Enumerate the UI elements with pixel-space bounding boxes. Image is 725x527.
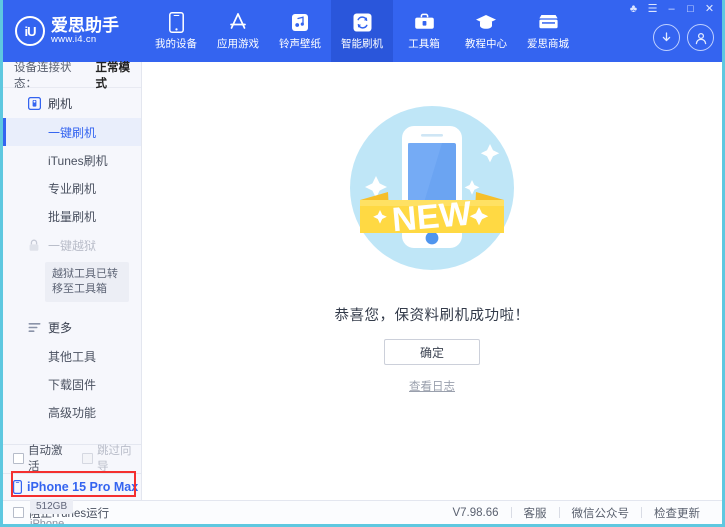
device-type: iPhone bbox=[30, 518, 65, 527]
connection-status-label: 设备连接状态： bbox=[14, 61, 72, 90]
skip-wizard-checkbox[interactable]: 跳过向导 bbox=[82, 442, 141, 474]
wechat-official-link[interactable]: 微信公众号 bbox=[560, 505, 642, 521]
status-bar-right: V7.98.66 客服 微信公众号 检查更新 bbox=[440, 505, 712, 521]
connection-status: 设备连接状态： 正常模式 bbox=[3, 61, 141, 90]
phone-icon bbox=[168, 11, 184, 33]
connection-status-value: 正常模式 bbox=[95, 61, 131, 90]
sidebar-item-advanced-features[interactable]: 高级功能 bbox=[3, 398, 141, 426]
brand-url: www.i4.cn bbox=[51, 34, 97, 46]
sidebar-group-label: 一键越狱 bbox=[48, 238, 97, 253]
version-label: V7.98.66 bbox=[452, 506, 499, 519]
list-icon bbox=[27, 320, 41, 334]
user-account-icon[interactable] bbox=[687, 24, 714, 51]
sidebar-item-label: 一键刷机 bbox=[48, 125, 97, 140]
main-nav: 我的设备 应用游戏 铃声壁纸 智能刷机 工具箱 教程中心 爱思商城 bbox=[145, 0, 579, 62]
lock-icon bbox=[27, 238, 41, 252]
brand-text: 爱思助手 www.i4.cn bbox=[51, 15, 119, 46]
nav-label: 教程中心 bbox=[465, 38, 507, 50]
nav-label: 爱思商城 bbox=[527, 38, 569, 50]
sidebar-item-pro-flash[interactable]: 专业刷机 bbox=[3, 174, 141, 202]
appstore-icon bbox=[227, 11, 249, 33]
music-icon bbox=[291, 11, 309, 33]
confirm-button[interactable]: 确定 bbox=[384, 339, 480, 365]
menu-icon[interactable]: ☰ bbox=[644, 2, 661, 17]
sidebar-item-label: 批量刷机 bbox=[48, 209, 97, 224]
sidebar-item-label: 其他工具 bbox=[48, 349, 97, 364]
sidebar-group-more: 更多 bbox=[3, 312, 141, 342]
download-icon[interactable] bbox=[653, 24, 680, 51]
sidebar-item-label: 下载固件 bbox=[48, 377, 97, 392]
nav-label: 铃声壁纸 bbox=[279, 38, 321, 50]
skin-icon[interactable]: ♣ bbox=[625, 2, 642, 17]
sidebar-item-itunes-flash[interactable]: iTunes刷机 bbox=[3, 146, 141, 174]
svg-text:NEW: NEW bbox=[391, 195, 474, 240]
main-content: NEW 恭喜您，保资料刷机成功啦！ 确定 查看日志 bbox=[142, 62, 722, 500]
brand-name: 爱思助手 bbox=[51, 15, 119, 35]
maximize-icon[interactable]: □ bbox=[682, 2, 699, 17]
sidebar-item-download-firmware[interactable]: 下载固件 bbox=[3, 370, 141, 398]
phone-icon bbox=[13, 480, 22, 494]
nav-item-ringtone-wallpaper[interactable]: 铃声壁纸 bbox=[269, 0, 331, 62]
checkbox-box bbox=[13, 452, 24, 464]
sidebar-item-other-tools[interactable]: 其他工具 bbox=[3, 342, 141, 370]
success-message: 恭喜您，保资料刷机成功啦！ bbox=[334, 308, 530, 324]
flash-icon bbox=[27, 96, 41, 110]
device-name: iPhone 15 Pro Max bbox=[27, 480, 139, 494]
body-container: 设备连接状态： 正常模式 刷机 一键刷机 iTunes刷机 专业刷机 批量刷机 bbox=[3, 61, 722, 524]
logo-mark-icon: iU bbox=[15, 16, 45, 46]
sidebar-item-one-key-flash[interactable]: 一键刷机 bbox=[3, 118, 141, 146]
close-icon[interactable]: ✕ bbox=[701, 2, 718, 17]
nav-label: 应用游戏 bbox=[217, 38, 259, 50]
sidebar-item-label: 专业刷机 bbox=[48, 181, 97, 196]
nav-item-my-device[interactable]: 我的设备 bbox=[145, 0, 207, 62]
nav-label: 我的设备 bbox=[155, 38, 197, 50]
nav-label: 工具箱 bbox=[408, 38, 440, 50]
nav-item-store[interactable]: 爱思商城 bbox=[517, 0, 579, 62]
checkbox-box bbox=[82, 452, 93, 464]
sidebar-group-jailbreak: 一键越狱 bbox=[3, 230, 141, 260]
sidebar-item-label: 高级功能 bbox=[48, 405, 97, 420]
nav-item-apps-games[interactable]: 应用游戏 bbox=[207, 0, 269, 62]
nav-item-tutorial-center[interactable]: 教程中心 bbox=[455, 0, 517, 62]
brand-logo: iU 爱思助手 www.i4.cn bbox=[3, 0, 145, 62]
sidebar-item-batch-flash[interactable]: 批量刷机 bbox=[3, 202, 141, 230]
refresh-icon bbox=[353, 11, 372, 33]
header-actions bbox=[653, 24, 714, 51]
new-phone-badge-illustration: NEW bbox=[332, 88, 532, 288]
sidebar: 设备连接状态： 正常模式 刷机 一键刷机 iTunes刷机 专业刷机 批量刷机 bbox=[3, 61, 142, 524]
device-capacity: 512GB bbox=[30, 499, 74, 514]
view-log-link[interactable]: 查看日志 bbox=[409, 378, 455, 394]
nav-item-toolbox[interactable]: 工具箱 bbox=[393, 0, 455, 62]
minimize-icon[interactable]: – bbox=[663, 2, 680, 17]
connected-device[interactable]: iPhone 15 Pro Max 512GB iPhone bbox=[3, 474, 141, 527]
auto-activate-checkbox[interactable]: 自动激活 bbox=[13, 442, 72, 474]
app-window: iU 爱思助手 www.i4.cn 我的设备 应用游戏 铃声壁纸 智能刷机 工具… bbox=[0, 0, 725, 527]
graduation-cap-icon bbox=[475, 11, 497, 33]
customer-service-link[interactable]: 客服 bbox=[512, 505, 559, 521]
check-update-link[interactable]: 检查更新 bbox=[642, 505, 712, 521]
sidebar-options: 自动激活 跳过向导 bbox=[3, 442, 141, 474]
sidebar-group-label: 刷机 bbox=[48, 96, 73, 111]
sidebar-group-flash: 刷机 bbox=[3, 88, 141, 118]
jailbreak-tooltip: 越狱工具已转移至工具箱 bbox=[45, 262, 129, 302]
checkbox-label: 跳过向导 bbox=[97, 445, 132, 473]
window-controls: ♣ ☰ – □ ✕ bbox=[625, 2, 718, 17]
sidebar-group-label: 更多 bbox=[48, 320, 73, 335]
app-header: iU 爱思助手 www.i4.cn 我的设备 应用游戏 铃声壁纸 智能刷机 工具… bbox=[3, 0, 722, 62]
toolbox-icon bbox=[414, 11, 435, 33]
sidebar-item-label: iTunes刷机 bbox=[48, 153, 108, 168]
nav-label: 智能刷机 bbox=[341, 38, 383, 50]
store-icon bbox=[537, 11, 560, 33]
nav-item-smart-flash[interactable]: 智能刷机 bbox=[331, 0, 393, 62]
device-title: iPhone 15 Pro Max bbox=[13, 480, 141, 494]
checkbox-label: 自动激活 bbox=[28, 445, 63, 473]
